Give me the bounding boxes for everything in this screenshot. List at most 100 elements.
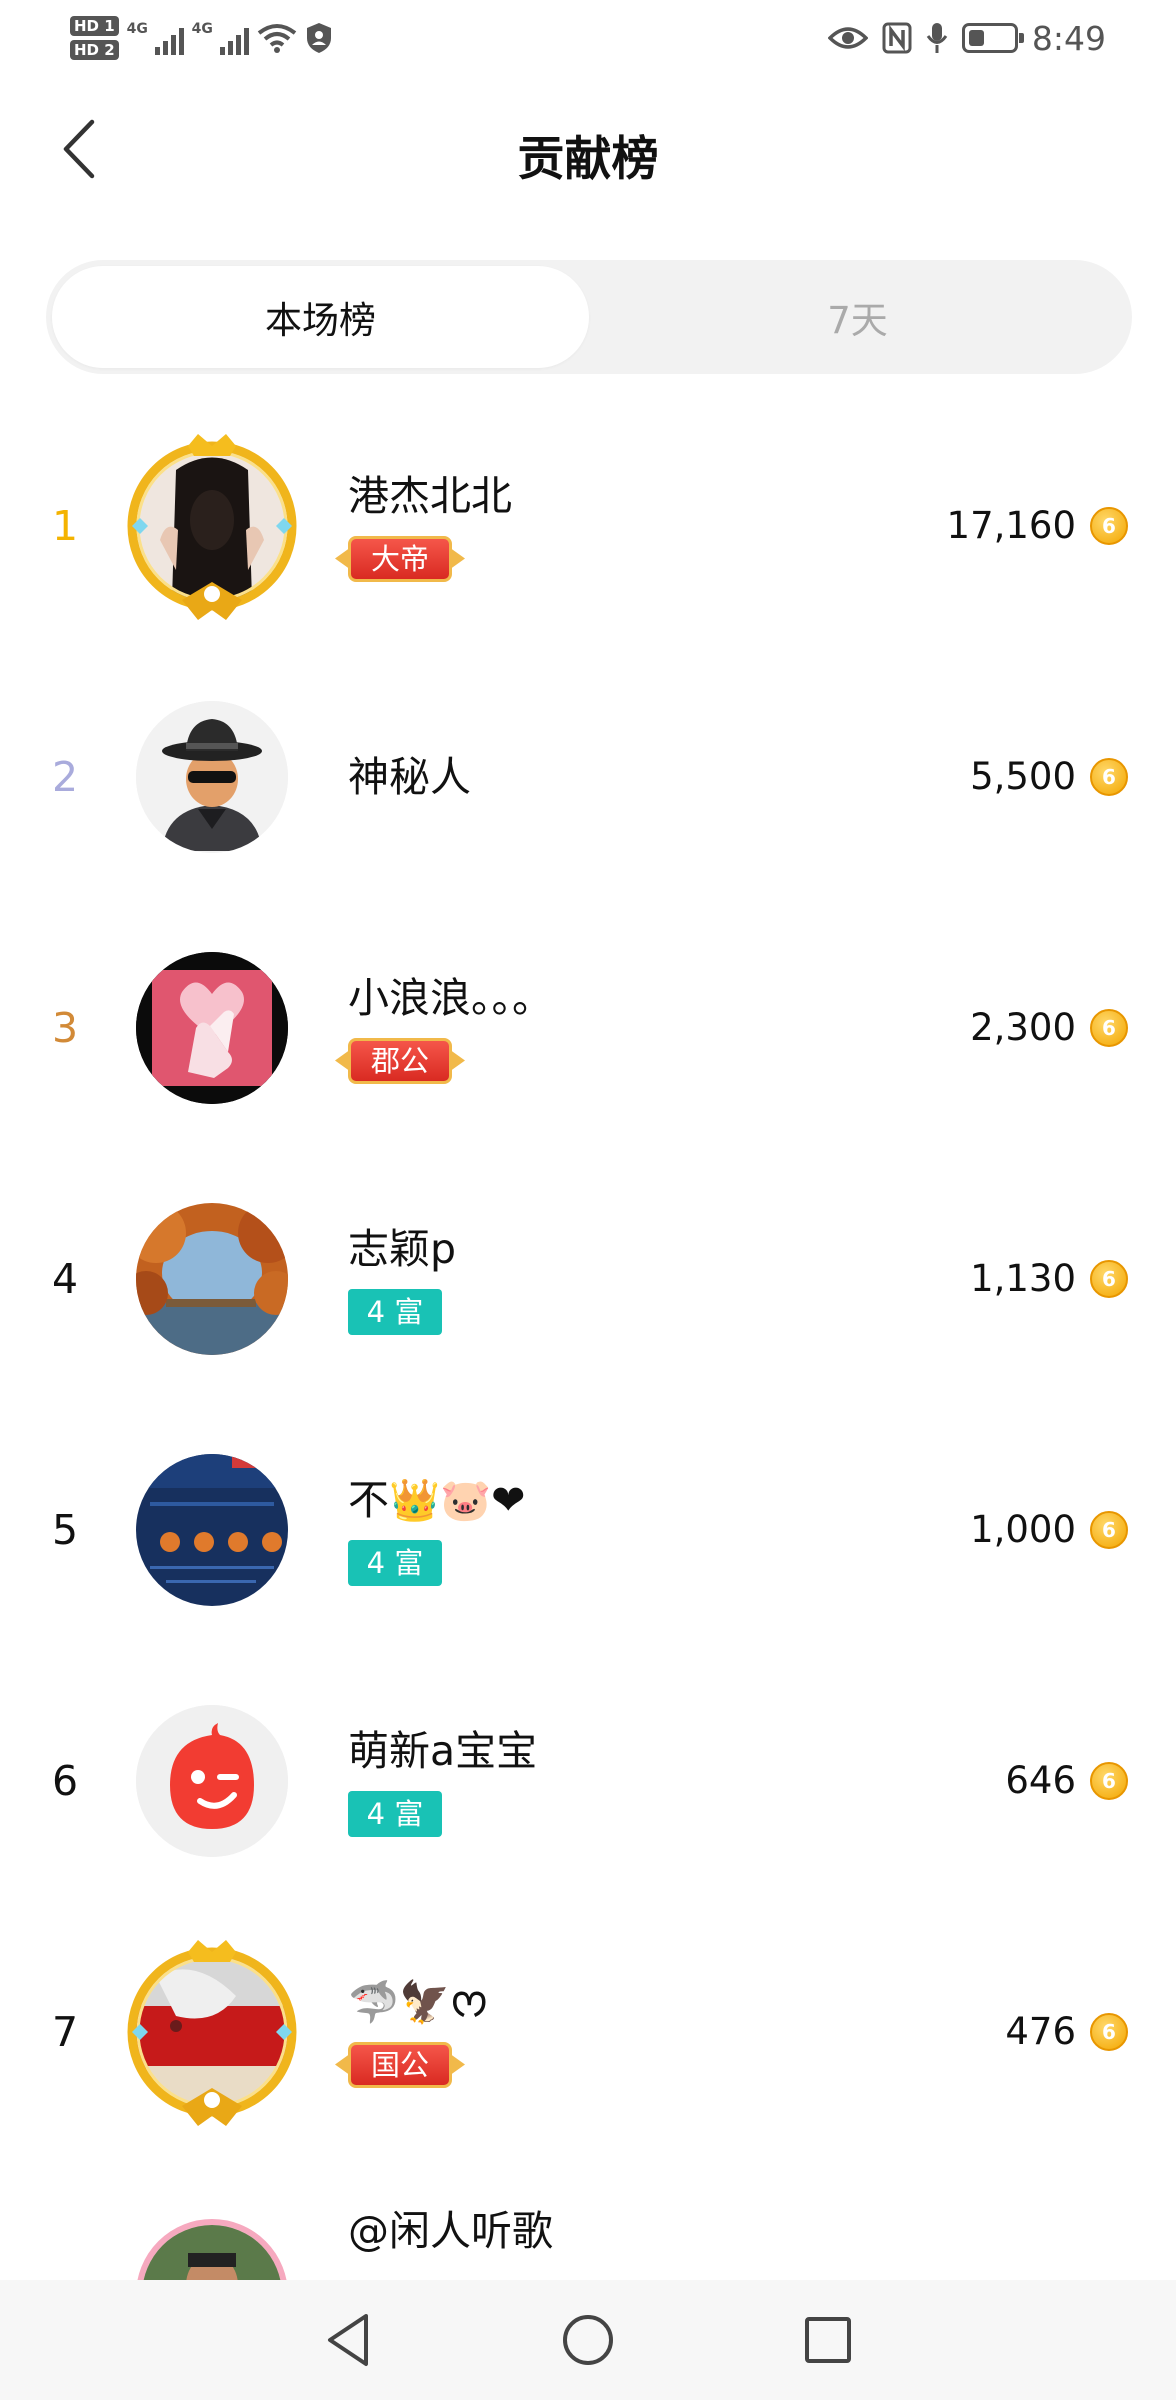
user-info: 不👑🐷❤ 4 富 bbox=[348, 1404, 525, 1655]
avatar-image bbox=[136, 1202, 288, 1355]
network-type-1: 4G bbox=[126, 21, 148, 37]
leaderboard-row[interactable]: 1 港杰北北 大帝 17,160 6 bbox=[0, 400, 1176, 651]
status-left: HD 1 HD 2 4G 4G bbox=[70, 8, 333, 68]
leaderboard-row[interactable]: 3 小浪浪。。。 郡公 2,300 6 bbox=[0, 902, 1176, 1153]
score-area: 476 6 bbox=[1005, 1906, 1128, 2157]
user-name: 港杰北北 bbox=[348, 471, 512, 520]
user-info: 🦈🦅ᰔ 国公 bbox=[348, 1906, 488, 2157]
tab-this-session[interactable]: 本场榜 bbox=[52, 266, 589, 368]
coin-icon: 6 bbox=[1090, 1008, 1128, 1047]
avatar[interactable] bbox=[127, 433, 297, 620]
nfc-icon bbox=[882, 22, 912, 54]
user-name: 小浪浪。。。 bbox=[348, 973, 553, 1022]
contribution-score: 5,500 bbox=[970, 755, 1076, 798]
signal-icon-sim1: 4G bbox=[127, 21, 184, 55]
status-time: 8:49 bbox=[1031, 18, 1106, 58]
wealth-level-badge: 4 富 bbox=[348, 1539, 442, 1586]
page-title: 贡献榜 bbox=[517, 132, 659, 187]
user-name: 志颖p bbox=[348, 1224, 457, 1273]
avatar-image bbox=[136, 449, 288, 602]
system-navigation-bar bbox=[0, 2280, 1176, 2400]
score-area: 2,300 6 bbox=[970, 902, 1128, 1153]
avatar-image bbox=[136, 1955, 288, 2108]
circle-home-icon bbox=[563, 2315, 613, 2365]
coin-icon: 6 bbox=[1090, 1510, 1128, 1549]
microphone-icon bbox=[926, 23, 948, 53]
rank-number: 3 bbox=[51, 1003, 79, 1052]
rank-number: 1 bbox=[51, 501, 79, 550]
user-photo-icon bbox=[136, 449, 288, 602]
rank-number: 5 bbox=[51, 1505, 79, 1554]
user-name: 🦈🦅ᰔ bbox=[348, 1977, 489, 2026]
nav-home-button[interactable] bbox=[556, 2308, 620, 2372]
leaderboard-row[interactable]: 5 不👑🐷❤ 4 富 1,000 6 bbox=[0, 1404, 1176, 1655]
leaderboard-row[interactable]: 4 志颖p 4 富 1,130 6 bbox=[0, 1153, 1176, 1404]
wealth-level-badge: 4 富 bbox=[348, 1288, 442, 1335]
game-screenshot-icon bbox=[136, 1453, 288, 1606]
avatar-image bbox=[136, 1453, 288, 1606]
leaderboard-row[interactable]: 2 神秘人 5,500 6 bbox=[0, 651, 1176, 902]
avatar[interactable] bbox=[136, 700, 288, 853]
user-info: 港杰北北 大帝 bbox=[348, 400, 512, 651]
rank-number: 6 bbox=[51, 1756, 79, 1805]
user-info: @闲人听歌 bbox=[348, 2157, 553, 2280]
leaderboard-list: 1 港杰北北 大帝 17,160 6 2 神秘人 5,500 6 3 小浪浪。。… bbox=[0, 400, 1176, 2280]
avatar[interactable] bbox=[136, 1453, 288, 1606]
user-name: @闲人听歌 bbox=[348, 2207, 553, 2255]
header: 贡献榜 bbox=[0, 100, 1176, 200]
wifi-icon bbox=[257, 24, 296, 53]
rank-number: 4 bbox=[51, 1254, 79, 1303]
battery-level bbox=[968, 30, 984, 46]
avatar-image bbox=[136, 1704, 288, 1857]
rank-number: 7 bbox=[51, 2007, 79, 2056]
user-info: 神秘人 bbox=[348, 651, 471, 902]
coin-icon: 6 bbox=[1090, 757, 1128, 796]
status-bar: HD 1 HD 2 4G 4G 8:49 bbox=[0, 0, 1176, 76]
coin-icon: 6 bbox=[1090, 2012, 1128, 2051]
leaderboard-row[interactable]: @闲人听歌 bbox=[0, 2157, 1176, 2280]
score-area: 5,500 6 bbox=[970, 651, 1128, 902]
rank-number: 2 bbox=[51, 752, 79, 801]
user-info: 小浪浪。。。 郡公 bbox=[348, 902, 553, 1153]
signal-icon-sim2: 4G bbox=[192, 21, 249, 55]
avatar[interactable] bbox=[136, 2218, 288, 2280]
avatar[interactable] bbox=[136, 1202, 288, 1355]
avatar[interactable] bbox=[127, 1939, 297, 2126]
coin-icon: 6 bbox=[1090, 1259, 1128, 1298]
eye-icon bbox=[827, 27, 868, 49]
contribution-score: 2,300 bbox=[970, 1006, 1076, 1049]
user-photo-icon bbox=[142, 2224, 282, 2280]
avatar-image bbox=[136, 2218, 288, 2280]
score-area: 646 6 bbox=[1005, 1655, 1128, 1906]
tab-bar: 本场榜 7天 bbox=[46, 260, 1132, 374]
avatar-image bbox=[136, 700, 288, 853]
contribution-score: 476 bbox=[1005, 2010, 1076, 2053]
contribution-score: 646 bbox=[1005, 1759, 1076, 1802]
nav-back-button[interactable] bbox=[316, 2308, 380, 2372]
flag-photo-icon bbox=[136, 1955, 288, 2108]
finger-heart-icon bbox=[136, 951, 288, 1104]
battery-icon bbox=[961, 23, 1024, 53]
user-name: 不👑🐷❤ bbox=[348, 1475, 526, 1524]
avatar[interactable] bbox=[136, 951, 288, 1104]
leaderboard-row[interactable]: 6 萌新a宝宝 4 富 646 6 bbox=[0, 1655, 1176, 1906]
score-area: 17,160 6 bbox=[947, 400, 1128, 651]
coin-icon: 6 bbox=[1090, 1761, 1128, 1800]
contribution-score: 1,000 bbox=[970, 1508, 1076, 1551]
avatar[interactable] bbox=[136, 1704, 288, 1857]
wealth-level-badge: 4 富 bbox=[348, 1790, 442, 1837]
square-recents-icon bbox=[805, 2317, 851, 2363]
nav-recents-button[interactable] bbox=[796, 2308, 860, 2372]
shield-icon bbox=[306, 23, 331, 53]
tab-7-days[interactable]: 7天 bbox=[589, 266, 1126, 368]
winking-face-icon bbox=[136, 1704, 288, 1857]
contribution-score: 1,130 bbox=[970, 1257, 1076, 1300]
rank-title-badge: 国公 bbox=[348, 2041, 452, 2088]
user-info: 志颖p 4 富 bbox=[348, 1153, 456, 1404]
network-type-2: 4G bbox=[191, 21, 213, 37]
user-name: 神秘人 bbox=[348, 752, 471, 801]
leaderboard-row[interactable]: 7 🦈🦅ᰔ 国公 476 6 bbox=[0, 1906, 1176, 2157]
status-right: 8:49 bbox=[827, 12, 1106, 64]
hd-indicators: HD 1 HD 2 bbox=[70, 16, 119, 60]
user-name: 萌新a宝宝 bbox=[348, 1726, 538, 1775]
